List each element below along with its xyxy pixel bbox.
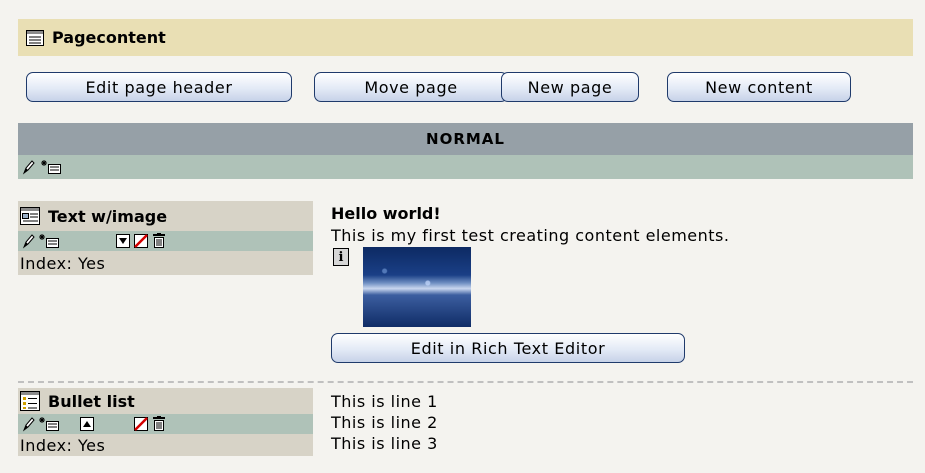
move-down-icon[interactable]	[116, 234, 130, 248]
pencil-icon[interactable]	[22, 416, 36, 432]
trash-icon[interactable]	[152, 233, 166, 249]
pencil-icon[interactable]	[22, 159, 36, 175]
element-heading: Hello world!	[331, 204, 441, 223]
page-title: Pagecontent	[52, 28, 166, 47]
list-item: This is line 2	[331, 413, 438, 432]
content-image-thumbnail[interactable]	[363, 247, 471, 327]
list-item: This is line 1	[331, 392, 438, 411]
element-type-label: Bullet list	[48, 391, 135, 411]
element-divider	[18, 381, 913, 383]
move-up-icon[interactable]	[80, 417, 94, 431]
element-bodytext: This is my first test creating content e…	[331, 226, 730, 245]
trash-icon[interactable]	[152, 416, 166, 432]
element-index-status: Index: Yes	[18, 251, 313, 275]
content-element-bullet-list: Bullet list Index: Yes	[18, 388, 313, 456]
new-content-button[interactable]: New content	[667, 72, 851, 102]
edit-page-header-button[interactable]: Edit page header	[26, 72, 292, 102]
element-index-status: Index: Yes	[18, 434, 313, 456]
element-toolbar	[18, 414, 313, 434]
edit-rich-text-editor-button[interactable]: Edit in Rich Text Editor	[331, 333, 685, 363]
new-record-icon[interactable]	[38, 233, 60, 249]
pagecontent-header: Pagecontent	[18, 19, 913, 56]
new-page-button[interactable]: New page	[501, 72, 639, 102]
element-title-row: Bullet list	[18, 388, 313, 414]
column-header: NORMAL	[18, 123, 913, 155]
hide-icon[interactable]	[134, 234, 148, 248]
new-record-icon[interactable]	[40, 159, 62, 175]
element-title-row: Text w/image	[18, 201, 313, 231]
element-toolbar	[18, 231, 313, 251]
column-toolbar	[18, 155, 913, 179]
list-item: This is line 3	[331, 434, 438, 453]
new-record-icon[interactable]	[38, 416, 60, 432]
move-page-button[interactable]: Move page	[314, 72, 508, 102]
pencil-icon[interactable]	[22, 233, 36, 249]
element-type-label: Text w/image	[48, 206, 168, 226]
page-content-icon	[26, 29, 44, 46]
info-icon[interactable]: i	[333, 248, 349, 266]
bullet-list-type-icon	[20, 391, 40, 411]
content-element-text-image: Text w/image Index: Yes	[18, 201, 313, 275]
text-image-type-icon	[20, 207, 40, 225]
hide-icon[interactable]	[134, 417, 148, 431]
